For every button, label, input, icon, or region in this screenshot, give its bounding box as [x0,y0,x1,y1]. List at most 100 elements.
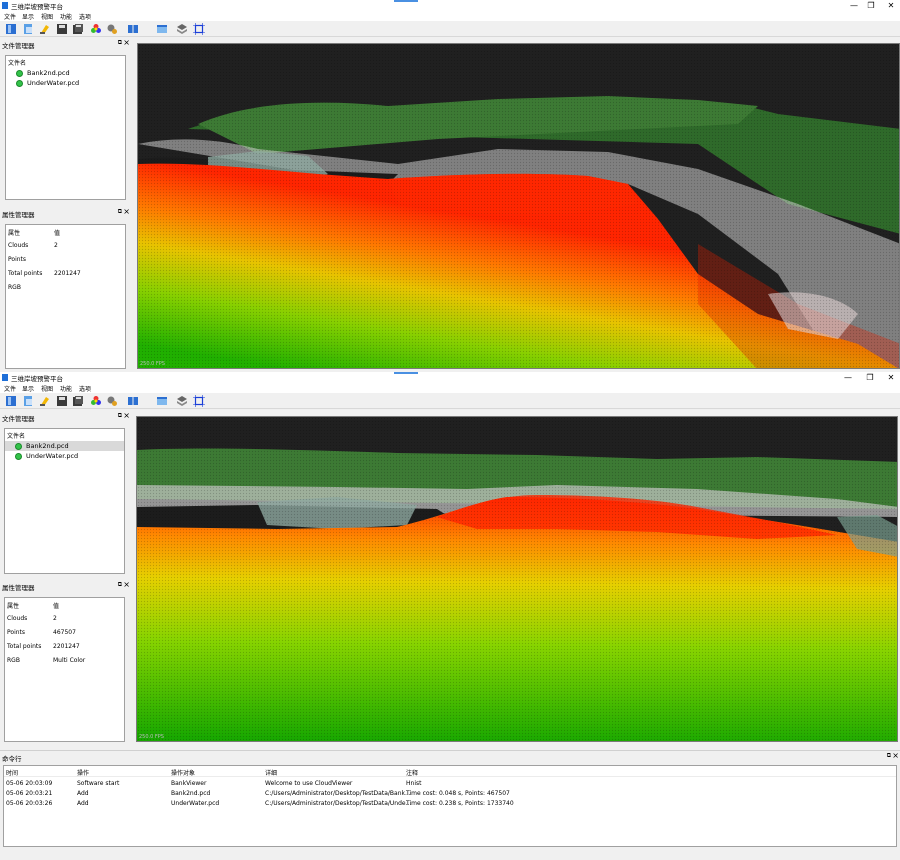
cell-target: UnderWater.pcd [171,800,220,807]
menu-view[interactable]: 视图 [41,12,53,21]
close-dock-icon[interactable]: × [123,580,130,589]
visible-dot-icon[interactable] [15,452,22,460]
table-row[interactable]: 05-06 20:03:26 Add UnderWater.pcd C:/Use… [4,800,896,810]
open-file-icon[interactable] [5,395,17,407]
save-all-icon[interactable] [72,395,84,407]
title-bar: 三维岸坡预警平台 — ❐ ✕ [0,372,900,383]
float-dock-icon[interactable]: ⧉ [118,412,122,420]
column-header-detail[interactable]: 详细 [265,768,277,777]
float-dock-icon[interactable]: ⧉ [887,752,891,760]
close-dock-icon[interactable]: × [123,38,130,47]
visible-dot-icon[interactable] [16,69,23,77]
menu-file[interactable]: 文件 [4,12,16,21]
column-header-operation[interactable]: 操作 [77,768,89,777]
file-manager-title: 文件管理器 [2,415,35,423]
file-list-header: 文件名 [7,433,26,440]
color-wheel-icon[interactable] [90,395,102,407]
table-row[interactable]: 05-06 20:03:09 Software start BankViewer… [4,780,896,790]
table-row[interactable]: 05-06 20:03:21 Add Bank2nd.pcd C:/Users/… [4,790,896,800]
bounding-box-icon[interactable] [193,23,205,35]
cell-time: 05-06 20:03:26 [6,800,53,807]
maximize-button[interactable]: ❐ [863,372,877,383]
save-all-icon[interactable] [72,23,84,35]
cell-note: Time cost: 0.048 s, Points: 467507 [406,790,510,797]
save-icon[interactable] [56,395,68,407]
close-window-button[interactable]: ✕ [884,0,898,11]
open-file-icon[interactable] [5,23,17,35]
menu-function[interactable]: 功能 [60,12,72,21]
menu-display[interactable]: 显示 [22,384,34,393]
menu-function[interactable]: 功能 [60,384,72,393]
clear-icon[interactable] [39,23,51,35]
file-item-bank2nd[interactable]: Bank2nd.pcd [5,441,124,451]
save-icon[interactable] [56,23,68,35]
property-name: Points [8,256,27,263]
property-value: Multi Color [53,657,86,664]
layers-icon[interactable] [176,395,188,407]
property-name: RGB [7,657,20,664]
import-icon[interactable] [22,395,34,407]
settings-icon[interactable] [106,395,118,407]
property-name: Clouds [8,242,29,249]
menu-display[interactable]: 显示 [22,12,34,21]
close-dock-icon[interactable]: × [123,207,130,216]
menu-options[interactable]: 选项 [79,384,91,393]
float-dock-icon[interactable]: ⧉ [118,581,122,589]
property-value: 2 [53,615,57,622]
column-header-time[interactable]: 时间 [6,768,18,777]
menu-view[interactable]: 视图 [41,384,53,393]
cube-view-icon[interactable] [156,395,168,407]
visible-dot-icon[interactable] [16,79,23,87]
split-view-icon[interactable] [127,395,139,407]
column-header-note[interactable]: 注释 [406,768,418,777]
property-manager-title: 属性管理器 [2,584,35,592]
app-logo-icon [2,374,8,381]
file-manager-panel: 文件名 Bank2nd.pcd UnderWater.pcd [5,55,126,200]
point-cloud-viewport[interactable]: 250.0 FPS [136,416,898,742]
cell-target: BankViewer [171,780,207,787]
property-name: RGB [8,284,21,291]
close-window-button[interactable]: ✕ [884,372,898,383]
property-name: Points [7,629,26,636]
visible-dot-icon[interactable] [15,442,22,450]
property-value: 2 [54,242,58,249]
command-panel-title: 命令行 [2,755,22,763]
file-manager-title-bar: 文件管理器 ⧉ × [0,38,132,50]
file-manager-panel: 文件名 Bank2nd.pcd UnderWater.pcd [4,428,125,574]
maximize-button[interactable]: ❐ [864,0,878,11]
file-item-bank2nd[interactable]: Bank2nd.pcd [6,68,125,78]
close-dock-icon[interactable]: × [892,751,899,760]
minimize-button[interactable]: — [847,0,861,11]
cell-operation: Add [77,800,89,807]
point-cloud-viewport[interactable]: 250.0 FPS [137,43,900,369]
color-wheel-icon[interactable] [90,23,102,35]
window-title: 三维岸坡预警平台 [11,375,63,383]
clear-icon[interactable] [39,395,51,407]
property-manager-title: 属性管理器 [2,211,35,219]
cube-view-icon[interactable] [156,23,168,35]
float-dock-icon[interactable]: ⧉ [118,208,122,216]
file-manager-title-bar: 文件管理器 ⧉ × [0,411,132,423]
menu-bar: 文件 显示 视图 功能 选项 [0,11,900,21]
value-col-header: 值 [53,603,60,610]
layers-icon[interactable] [176,23,188,35]
column-header-target[interactable]: 操作对象 [171,768,195,777]
menu-file[interactable]: 文件 [4,384,16,393]
file-name: Bank2nd.pcd [27,69,70,77]
toolbar [0,393,900,409]
minimize-button[interactable]: — [841,372,855,383]
split-view-icon[interactable] [127,23,139,35]
property-col-header: 属性 [7,603,20,610]
title-bar: 三维岸坡预警平台 — ❐ ✕ [0,0,900,11]
file-item-underwater[interactable]: UnderWater.pcd [5,451,124,461]
import-icon[interactable] [22,23,34,35]
app-logo-icon [2,2,8,9]
settings-icon[interactable] [106,23,118,35]
file-item-underwater[interactable]: UnderWater.pcd [6,78,125,88]
close-dock-icon[interactable]: × [123,411,130,420]
cell-detail: C:/Users/Administrator/Desktop/TestData/… [265,800,412,807]
cell-note: Time cost: 0.238 s, Points: 1733740 [406,800,514,807]
float-dock-icon[interactable]: ⧉ [118,39,122,47]
menu-options[interactable]: 选项 [79,12,91,21]
bounding-box-icon[interactable] [193,395,205,407]
